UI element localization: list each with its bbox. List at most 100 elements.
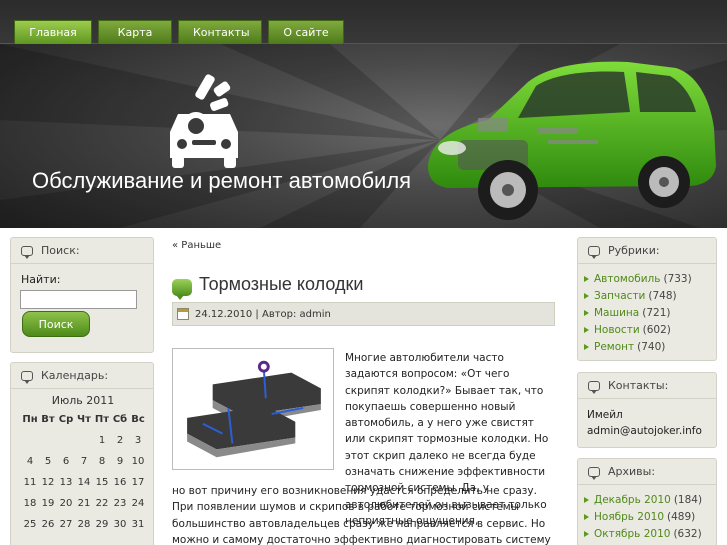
post-bubble-icon <box>172 279 192 300</box>
archive-link[interactable]: Декабрь 2010 <box>594 494 671 506</box>
calendar-widget: Календарь: Июль 2011 Пн Вт Ср Чт Пт Сб В… <box>10 362 154 545</box>
archive-count: (489) <box>667 510 696 523</box>
calendar-widget-title: Календарь: <box>41 369 109 382</box>
contacts-widget-header: Контакты: <box>578 373 716 399</box>
arrow-bullet-icon <box>584 292 589 299</box>
list-item: Ноябрь 2010 (489) <box>584 508 716 525</box>
speech-bubble-icon <box>21 245 33 259</box>
list-item: Новости (602) <box>584 321 716 338</box>
rubric-link[interactable]: Автомобиль <box>594 273 660 285</box>
calendar-day: 10 <box>131 456 145 467</box>
content-area: Поиск: Найти: Поиск Календарь: Июль 2011… <box>0 228 727 545</box>
calendar-day: 9 <box>116 456 124 467</box>
calendar-day: 19 <box>41 498 55 509</box>
calendar-day: 27 <box>59 519 73 530</box>
rubrics-widget-header: Рубрики: <box>578 238 716 264</box>
post-title[interactable]: Тормозные колодки <box>199 274 363 295</box>
rubric-count: (602) <box>642 323 671 336</box>
main-nav: Главная Карта Контакты О сайте <box>14 20 344 44</box>
rubric-link[interactable]: Запчасти <box>594 290 645 302</box>
list-item: Машина (721) <box>584 304 716 321</box>
list-item: Запчасти (748) <box>584 287 716 304</box>
calendar-weekday: Пт <box>94 414 110 425</box>
site-title[interactable]: Обслуживание и ремонт автомобиля <box>32 168 411 194</box>
calendar-month: Июль 2011 <box>51 394 115 407</box>
nav-item-about[interactable]: О сайте <box>268 20 344 44</box>
calendar-day: 29 <box>95 519 109 530</box>
search-widget-title: Поиск: <box>41 244 80 257</box>
calendar-day: 2 <box>116 435 124 446</box>
rubric-count: (748) <box>648 289 677 302</box>
calendar-day: 5 <box>44 456 52 467</box>
rubric-count: (721) <box>642 306 671 319</box>
calendar-weekday: Сб <box>112 414 128 425</box>
arrow-bullet-icon <box>584 326 589 333</box>
calendar-day: 6 <box>62 456 70 467</box>
archive-link[interactable]: Октябрь 2010 <box>594 528 670 540</box>
nav-item-contacts[interactable]: Контакты <box>178 20 262 44</box>
rubrics-list: Автомобиль (733) Запчасти (748) Машина (721… <box>578 264 716 355</box>
contacts-widget: Контакты: Имейл admin@autojoker.info <box>577 372 717 448</box>
calendar-day: 13 <box>59 477 73 488</box>
speech-bubble-icon <box>588 380 600 394</box>
list-item: Ремонт (740) <box>584 338 716 355</box>
calendar-day <box>75 430 93 451</box>
arrow-bullet-icon <box>584 309 589 316</box>
archive-link[interactable]: Ноябрь 2010 <box>594 511 664 523</box>
list-item: Декабрь 2010 (184) <box>584 491 716 508</box>
calendar-day: 24 <box>131 498 145 509</box>
archive-count: (184) <box>673 493 703 506</box>
contacts-widget-title: Контакты: <box>608 379 669 392</box>
rubrics-widget: Рубрики: Автомобиль (733) Запчасти (748) М… <box>577 237 717 361</box>
post-meta-bar: 24.12.2010 | Автор: admin <box>172 302 555 326</box>
calendar-day: 3 <box>134 435 142 446</box>
calendar-weekday: Вт <box>41 414 55 425</box>
calendar-weekday: Чт <box>77 414 91 425</box>
arrow-bullet-icon <box>584 496 589 503</box>
rubric-count: (740) <box>637 340 666 353</box>
rubric-link[interactable]: Ремонт <box>594 341 634 353</box>
calendar-day <box>21 430 39 451</box>
calendar-weekday: Ср <box>58 414 74 425</box>
previous-posts-link[interactable]: « Раньше <box>172 240 221 251</box>
calendar-day: 1 <box>98 435 106 446</box>
contact-email[interactable]: admin@autojoker.info <box>587 423 716 439</box>
calendar-day: 25 <box>23 519 37 530</box>
calendar-day: 8 <box>98 456 106 467</box>
rubric-link[interactable]: Машина <box>594 307 639 319</box>
calendar-day: 20 <box>59 498 73 509</box>
list-item: Автомобиль (733) <box>584 270 716 287</box>
calendar-day: 31 <box>131 519 145 530</box>
calendar-weekday: Пн <box>22 414 38 425</box>
calendar-day: 30 <box>113 519 127 530</box>
rubric-link[interactable]: Новости <box>594 324 640 336</box>
search-input[interactable] <box>20 290 137 309</box>
calendar-weekday: Вс <box>131 414 145 425</box>
archives-list: Декабрь 2010 (184) Ноябрь 2010 (489) Октяб… <box>578 485 716 542</box>
calendar-day: 7 <box>80 456 88 467</box>
calendar-day: 4 <box>26 456 34 467</box>
nav-item-home[interactable]: Главная <box>14 20 92 44</box>
calendar-day: 21 <box>77 498 91 509</box>
contact-label: Имейл <box>587 409 623 421</box>
arrow-bullet-icon <box>584 343 589 350</box>
speech-bubble-icon <box>588 245 600 259</box>
calendar-day: 22 <box>95 498 109 509</box>
calendar-day: 15 <box>95 477 109 488</box>
calendar-day: 17 <box>131 477 145 488</box>
search-widget: Поиск: Найти: Поиск <box>10 237 154 353</box>
search-button[interactable]: Поиск <box>22 311 90 337</box>
calendar-day: 23 <box>113 498 127 509</box>
post-meta: 24.12.2010 | Автор: admin <box>195 308 331 320</box>
archives-widget: Архивы: Декабрь 2010 (184) Ноябрь 2010 (48… <box>577 458 717 545</box>
speech-bubble-icon <box>588 466 600 480</box>
arrow-bullet-icon <box>584 513 589 520</box>
brake-pads-image <box>172 348 334 470</box>
calendar-day: 28 <box>77 519 91 530</box>
calendar-day: 26 <box>41 519 55 530</box>
site-logo-icon[interactable] <box>164 70 244 172</box>
search-widget-header: Поиск: <box>11 238 153 264</box>
nav-item-map[interactable]: Карта <box>98 20 172 44</box>
contact-info: Имейл admin@autojoker.info <box>578 399 716 439</box>
calendar-day: 18 <box>23 498 37 509</box>
